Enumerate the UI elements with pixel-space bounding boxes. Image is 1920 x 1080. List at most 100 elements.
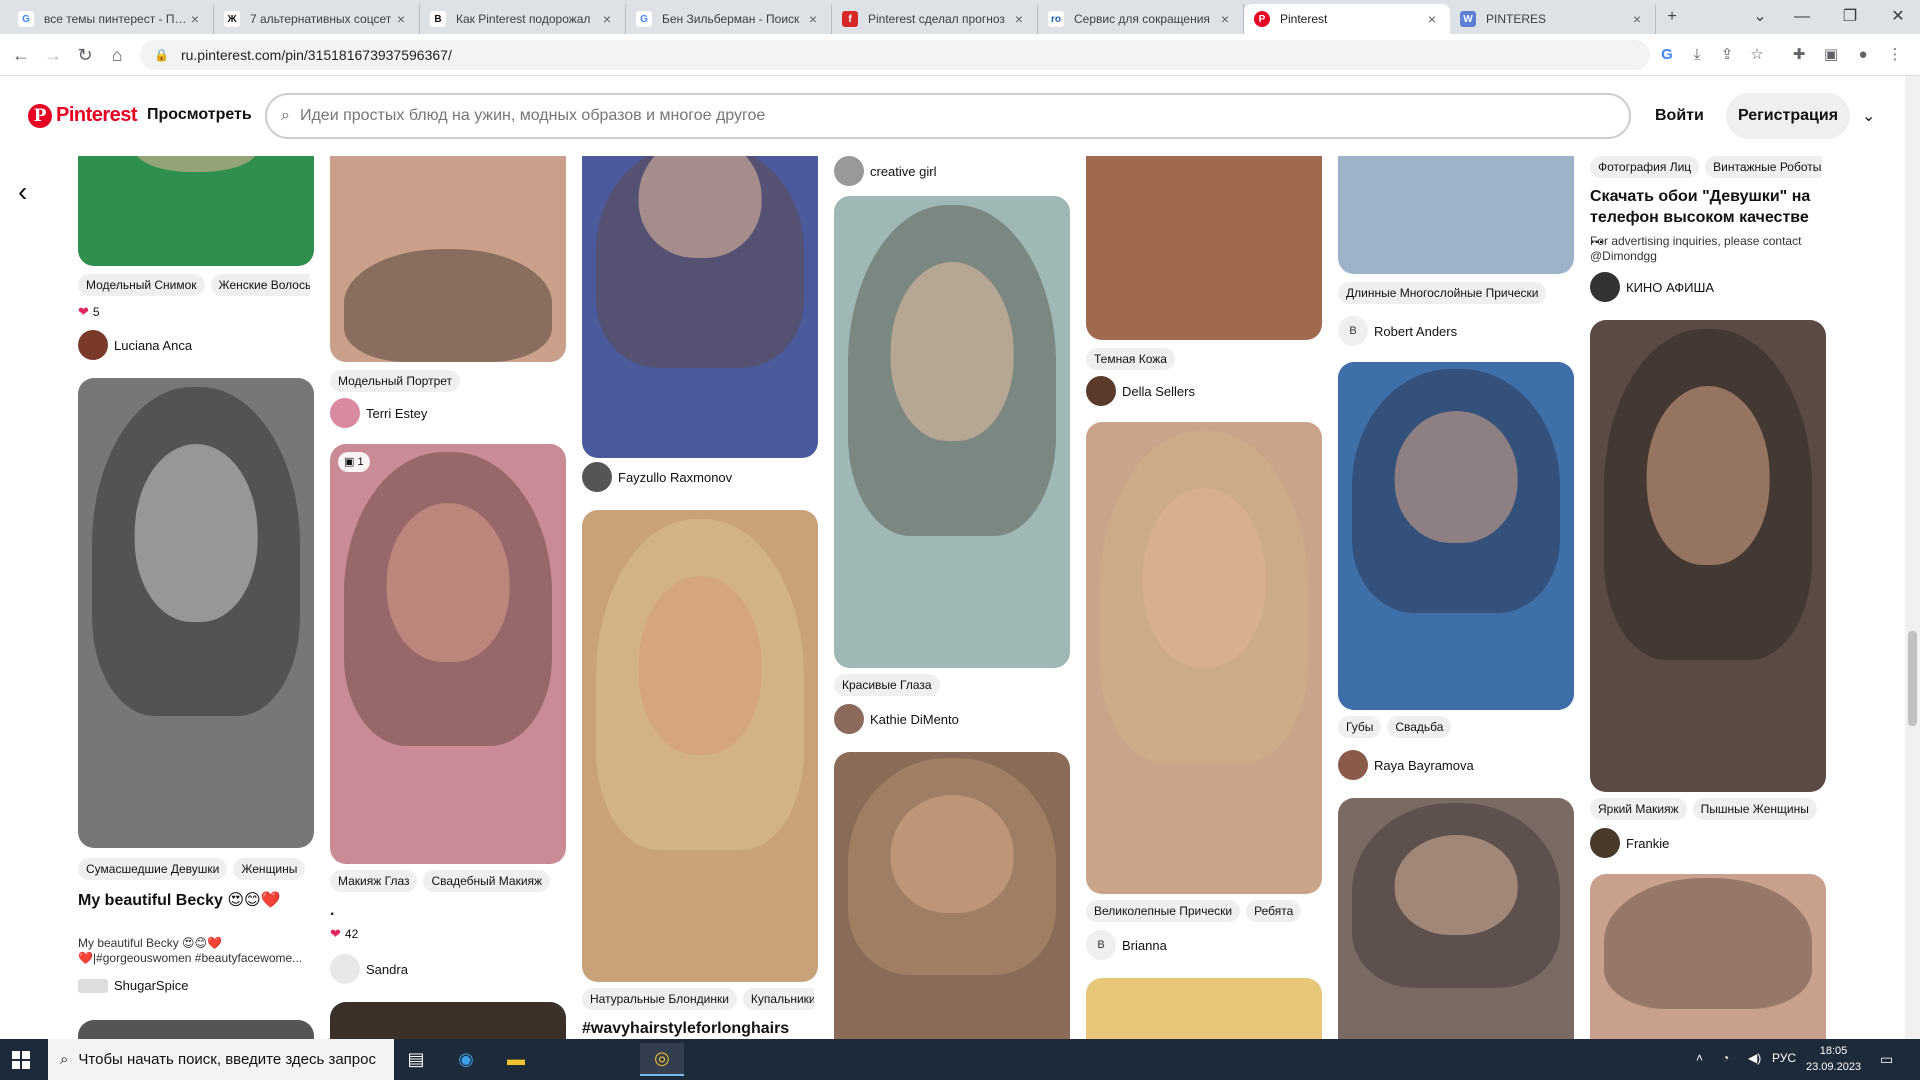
taskbar-search[interactable]: ⌕ Чтобы начать поиск, введите здесь запр… <box>48 1039 394 1080</box>
tag-chip[interactable]: Губы <box>1338 716 1382 738</box>
pin-image[interactable] <box>78 378 314 848</box>
search-input[interactable] <box>299 107 1580 125</box>
pin-author[interactable]: Terri Estey <box>330 398 427 428</box>
browser-tab[interactable]: W PINTERES × <box>1450 4 1656 34</box>
pin-author[interactable]: Luciana Anca <box>78 330 192 360</box>
pin-author[interactable]: B Brianna <box>1086 930 1167 960</box>
tag-chip[interactable]: Сумасшедшие Девушки <box>78 858 228 880</box>
browser-tab[interactable]: ro Сервис для сокращения × <box>1038 4 1244 34</box>
tab-search-icon[interactable]: ⌄ <box>1748 6 1772 28</box>
network-icon[interactable]: ◔ <box>1722 1051 1729 1065</box>
tag-chip[interactable]: Длинные Многослойные Прически <box>1338 282 1547 304</box>
tag-chip[interactable]: Винтажные Роботы <box>1705 156 1822 178</box>
extensions-icon[interactable]: ✚ <box>1788 44 1810 66</box>
pin-title[interactable]: #wavyhairstyleforlonghairs <box>582 1018 814 1039</box>
close-icon[interactable]: × <box>805 11 821 27</box>
tag-chip[interactable]: Свадьба <box>1387 716 1452 738</box>
volume-icon[interactable]: ◀) <box>1748 1051 1761 1065</box>
pin-author[interactable]: ShugarSpice <box>78 978 188 993</box>
tag-chip[interactable]: Женские Волосы <box>210 274 310 296</box>
pin-image[interactable] <box>1338 156 1574 274</box>
pin-image[interactable] <box>834 196 1070 668</box>
back-icon[interactable]: ← <box>8 42 34 68</box>
tag-chip[interactable]: Темная Кожа <box>1086 348 1175 370</box>
pin-image[interactable] <box>1338 798 1574 1039</box>
chevron-down-icon[interactable]: ⌄ <box>1862 106 1875 126</box>
browser-tab[interactable]: f Pinterest сделал прогноз × <box>832 4 1038 34</box>
window-close-icon[interactable]: ✕ <box>1886 6 1910 28</box>
pin-title[interactable]: . <box>330 900 562 921</box>
close-icon[interactable]: × <box>599 11 615 27</box>
reload-icon[interactable]: ↻ <box>72 42 98 68</box>
pin-author[interactable]: КИНО АФИША <box>1590 272 1714 302</box>
browser-tab[interactable]: G все темы пинтерест - Пои × <box>8 4 214 34</box>
home-icon[interactable]: ⌂ <box>104 42 130 68</box>
windows-start-icon[interactable] <box>12 1051 30 1069</box>
share-icon[interactable]: ⇪ <box>1716 44 1738 66</box>
browser-tab[interactable]: G Бен Зильберман - Поиск × <box>626 4 832 34</box>
pin-image[interactable] <box>330 156 566 362</box>
tag-chip[interactable]: Макияж Глаз <box>330 870 418 892</box>
close-icon[interactable]: × <box>1217 11 1233 27</box>
pin-image[interactable] <box>1086 422 1322 894</box>
close-icon[interactable]: × <box>1011 11 1027 27</box>
forward-icon[interactable]: → <box>40 42 66 68</box>
browser-tab[interactable]: B Как Pinterest подорожал × <box>420 4 626 34</box>
search-bar[interactable]: ⌕ <box>265 93 1631 139</box>
browser-tab[interactable]: Ж 7 альтернативных соцсет × <box>214 4 420 34</box>
tag-chip[interactable]: Великолепные Прически <box>1086 900 1241 922</box>
tag-chip[interactable]: Ребята <box>1246 900 1302 922</box>
new-tab-icon[interactable]: + <box>1660 6 1684 28</box>
close-icon[interactable]: × <box>187 11 203 27</box>
pin-author[interactable]: B Robert Anders <box>1338 316 1457 346</box>
page-scrollbar[interactable] <box>1905 76 1920 1039</box>
maximize-icon[interactable]: ❐ <box>1838 6 1862 28</box>
taskbar-clock[interactable]: 18:05 23.09.2023 <box>1806 1043 1861 1075</box>
pin-image[interactable] <box>1590 320 1826 792</box>
tag-chip[interactable]: Пышные Женщины <box>1692 798 1817 820</box>
login-button[interactable]: Войти <box>1655 107 1704 125</box>
profile-icon[interactable]: ● <box>1852 44 1874 66</box>
file-explorer-icon[interactable]: ▬ <box>494 1043 538 1076</box>
pin-image[interactable]: ▣ 1 <box>330 444 566 864</box>
edge-icon[interactable]: ◉ <box>444 1043 488 1076</box>
tag-chip[interactable]: Фотография Лиц <box>1590 156 1700 178</box>
language-indicator[interactable]: РУС <box>1772 1051 1796 1065</box>
pin-image[interactable] <box>1086 978 1322 1039</box>
tag-chip[interactable]: Яркий Макияж <box>1590 798 1687 820</box>
pin-author[interactable]: Raya Bayramova <box>1338 750 1474 780</box>
side-panel-icon[interactable]: ▣ <box>1820 44 1842 66</box>
chrome-icon[interactable]: ◎ <box>640 1043 684 1076</box>
tag-chip[interactable]: Красивые Глаза <box>834 674 940 696</box>
pin-author[interactable]: Kathie DiMento <box>834 704 959 734</box>
back-arrow-icon[interactable]: ‹ <box>18 176 27 208</box>
minimize-icon[interactable]: — <box>1790 6 1814 28</box>
pin-image[interactable] <box>834 752 1070 1039</box>
pin-image[interactable] <box>78 156 314 266</box>
close-icon[interactable]: × <box>393 11 409 27</box>
url-field[interactable]: 🔒 ru.pinterest.com/pin/31518167393759636… <box>140 40 1650 70</box>
brand-name[interactable]: Pinterest <box>56 104 138 127</box>
tag-chip[interactable]: Свадебный Макияж <box>423 870 551 892</box>
tag-chip[interactable]: Женщины <box>233 858 306 880</box>
pin-image[interactable] <box>582 510 818 982</box>
browser-tab-active[interactable]: P Pinterest × <box>1244 4 1450 34</box>
pinterest-logo-icon[interactable]: P <box>28 104 52 128</box>
notifications-icon[interactable]: ▭ <box>1880 1051 1893 1068</box>
task-view-icon[interactable]: ▤ <box>394 1043 438 1076</box>
pin-image[interactable] <box>330 1002 566 1039</box>
google-icon[interactable]: G <box>1656 44 1678 66</box>
explore-link[interactable]: Просмотреть <box>147 106 252 124</box>
pin-author[interactable]: Frankie <box>1590 828 1669 858</box>
pin-image[interactable] <box>582 156 818 458</box>
pin-author[interactable]: Fayzullo Raxmonov <box>582 462 732 492</box>
bookmark-star-icon[interactable]: ☆ <box>1746 44 1768 66</box>
pin-author[interactable]: Sandra <box>330 954 408 984</box>
pin-title[interactable]: My beautiful Becky 😍😊❤️ <box>78 890 310 911</box>
pin-author[interactable]: Della Sellers <box>1086 376 1195 406</box>
tag-chip[interactable]: Натуральные Блондинки <box>582 988 737 1010</box>
pin-image[interactable] <box>1338 362 1574 710</box>
tray-chevron-icon[interactable]: ˄ <box>1696 1051 1703 1065</box>
pin-image[interactable] <box>1590 874 1826 1039</box>
tag-chip[interactable]: Купальники <box>742 988 814 1010</box>
